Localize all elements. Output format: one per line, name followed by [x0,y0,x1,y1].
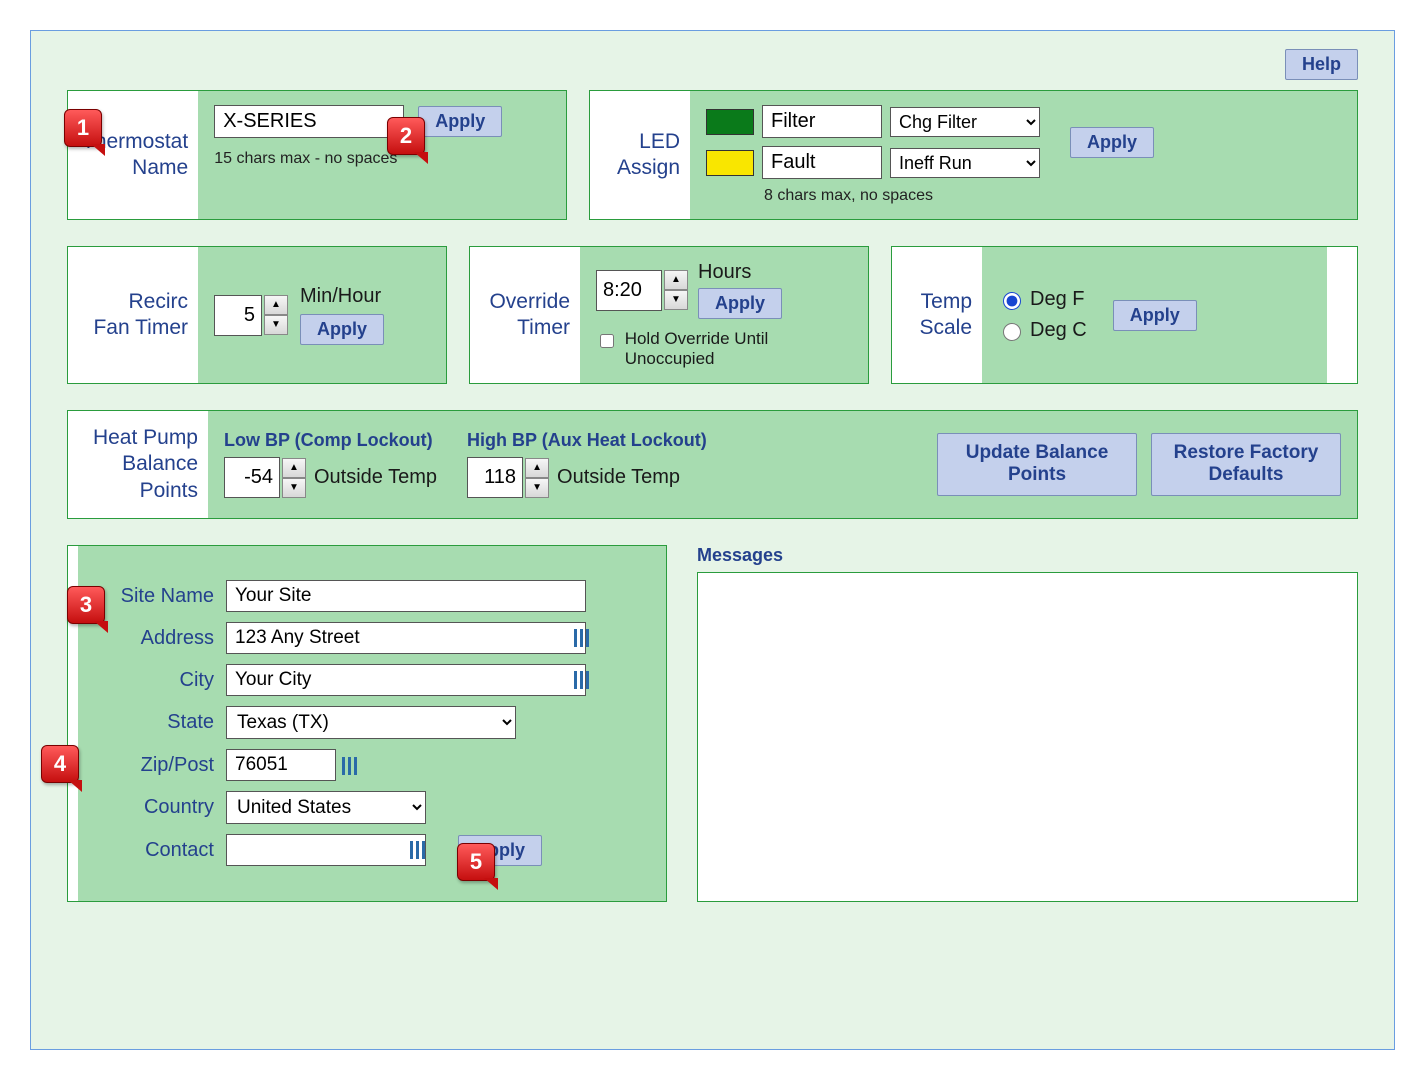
thermostat-label-2: Name [82,155,188,181]
tempscale-c-label: Deg C [1030,319,1087,342]
annotation-marker-4: 4 [41,745,79,783]
led-yellow-action-select[interactable]: Ineff Run [890,148,1040,178]
country-label: Country [94,796,214,819]
balance-high-spin-down[interactable]: ▼ [525,478,549,498]
annotation-marker-3: 3 [67,586,105,624]
tempscale-label-1: Temp [906,289,972,315]
override-hold-label: Hold Override Until Unoccupied [625,329,806,369]
update-balance-button[interactable]: Update Balance Points [937,433,1137,497]
tempscale-apply-button[interactable]: Apply [1113,300,1197,331]
led-green-name-input[interactable] [762,105,882,138]
recirc-label-2: Fan Timer [82,315,188,341]
led-yellow-name-input[interactable] [762,146,882,179]
annotation-marker-2: 2 [387,117,425,155]
tempscale-f-radio[interactable] [1003,292,1021,310]
override-spin-down[interactable]: ▼ [664,290,688,310]
recirc-label-1: Recirc [82,289,188,315]
balance-label-2: Balance [82,451,198,477]
address-picker-icon[interactable] [574,629,590,647]
led-green-action-select[interactable]: Chg Filter [890,107,1040,137]
city-label: City [94,669,214,692]
recirc-value-input[interactable] [214,295,262,336]
led-assign-panel: LED Assign Chg Filter [589,90,1358,220]
override-panel: Override Timer ▲ ▼ Hours Apply [469,246,869,384]
balance-high-spin-up[interactable]: ▲ [525,458,549,478]
led-green-swatch [706,109,754,135]
led-label-2: Assign [604,155,680,181]
site-name-input[interactable] [226,580,586,612]
page-container: 1 2 3 4 5 Help Thermostat Name Apply 15 … [30,30,1395,1050]
tempscale-f-label: Deg F [1030,288,1084,311]
annotation-marker-5: 5 [457,843,495,881]
recirc-spin-up[interactable]: ▲ [264,295,288,315]
override-apply-button[interactable]: Apply [698,288,782,319]
balance-label-3: Points [82,478,198,504]
recirc-spin-down[interactable]: ▼ [264,315,288,335]
zip-label: Zip/Post [94,754,214,777]
balance-low-unit: Outside Temp [314,466,437,489]
thermostat-apply-button[interactable]: Apply [418,106,502,137]
led-apply-button[interactable]: Apply [1070,127,1154,158]
override-spin-up[interactable]: ▲ [664,270,688,290]
zip-input[interactable] [226,749,336,781]
country-select[interactable]: United States [226,791,426,824]
annotation-marker-1: 1 [64,109,102,147]
tempscale-label-2: Scale [906,315,972,341]
messages-box [697,572,1358,902]
led-yellow-swatch [706,150,754,176]
tempscale-c-radio[interactable] [1003,323,1021,341]
tempscale-panel: Temp Scale Deg F Deg C Apply [891,246,1358,384]
recirc-panel: Recirc Fan Timer ▲ ▼ Min/Hour Apply [67,246,447,384]
override-unit: Hours [698,261,782,284]
site-panel: Site Name Address City State Texas (TX) … [67,545,667,902]
balance-low-title: Low BP (Comp Lockout) [224,430,437,451]
balance-low-input[interactable] [224,457,280,498]
state-label: State [94,711,214,734]
led-hint: 8 chars max, no spaces [764,187,933,205]
address-label: Address [94,627,214,650]
contact-input[interactable] [226,834,426,866]
restore-defaults-button[interactable]: Restore Factory Defaults [1151,433,1341,497]
city-picker-icon[interactable] [574,671,590,689]
address-input[interactable] [226,622,586,654]
contact-picker-icon[interactable] [410,841,426,859]
balance-label-1: Heat Pump [82,425,198,451]
balance-panel: Heat Pump Balance Points Low BP (Comp Lo… [67,410,1358,519]
contact-label: Contact [94,839,214,862]
override-value-input[interactable] [596,270,662,311]
balance-high-input[interactable] [467,457,523,498]
led-label-1: LED [604,129,680,155]
messages-title: Messages [697,545,1358,566]
state-select[interactable]: Texas (TX) [226,706,516,739]
balance-low-spin-down[interactable]: ▼ [282,478,306,498]
thermostat-name-panel: Thermostat Name Apply 15 chars max - no … [67,90,567,220]
thermostat-hint: 15 chars max - no spaces [214,150,397,168]
site-name-label: Site Name [94,585,214,608]
balance-high-title: High BP (Aux Heat Lockout) [467,430,707,451]
balance-low-spin-up[interactable]: ▲ [282,458,306,478]
override-hold-checkbox[interactable] [600,332,614,350]
recirc-apply-button[interactable]: Apply [300,314,384,345]
balance-high-unit: Outside Temp [557,466,680,489]
thermostat-name-input[interactable] [214,105,404,138]
city-input[interactable] [226,664,586,696]
zip-picker-icon[interactable] [342,757,358,775]
override-label-1: Override [484,289,570,315]
recirc-unit: Min/Hour [300,285,384,308]
help-button[interactable]: Help [1285,49,1358,80]
override-label-2: Timer [484,315,570,341]
